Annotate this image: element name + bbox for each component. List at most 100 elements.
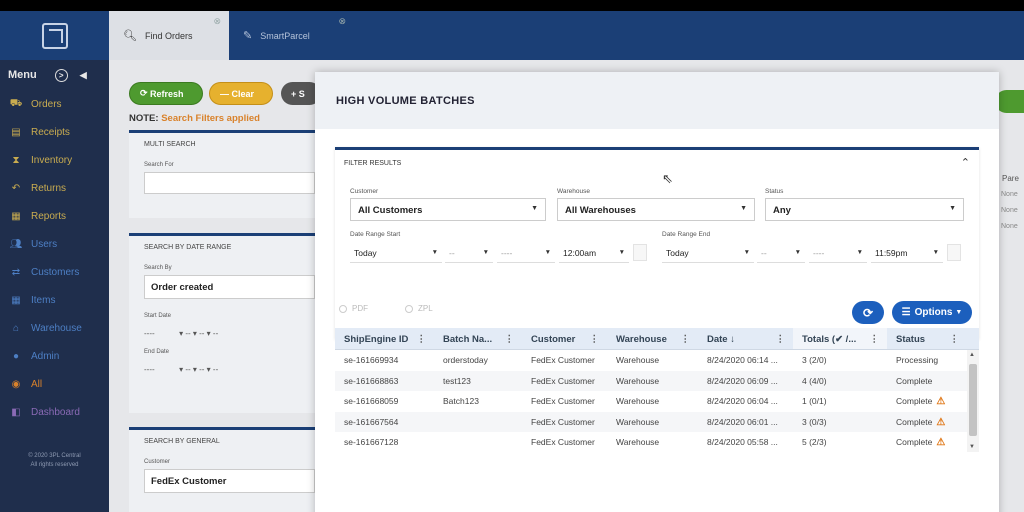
cell-status: Complete ⚠	[887, 412, 967, 433]
table-row[interactable]: se-161667564 FedEx Customer Warehouse 8/24/…	[335, 411, 979, 433]
column-menu-icon[interactable]: ⋮	[590, 334, 600, 345]
table-row[interactable]: se-161668863 test123 FedEx Customer Warehou…	[335, 370, 979, 392]
search-by-select[interactable]: Order created	[144, 275, 315, 299]
options-button[interactable]: ☰ Options ▼	[892, 301, 972, 324]
cell-text: Batch123	[443, 396, 479, 406]
customer-select[interactable]: FedEx Customer	[144, 469, 315, 493]
sidebar-item-admin[interactable]: ● Admin	[0, 342, 109, 370]
sidebar-item-receipts[interactable]: ▤ Receipts	[0, 118, 109, 146]
start-minute-select[interactable]: ---- ▼	[497, 243, 555, 263]
close-tab-icon[interactable]: ⊗	[338, 16, 346, 27]
select-value: 11:59pm	[875, 248, 908, 258]
sidebar-item-warehouse[interactable]: ⌂ Warehouse	[0, 314, 109, 342]
header-label: ShipEngine ID	[344, 334, 409, 345]
copyright-line: © 2020 3PL Central	[28, 453, 81, 459]
cell-text: FedEx Customer	[531, 355, 595, 365]
sidebar-item-dashboard[interactable]: ◧ Dashboard	[0, 398, 109, 426]
sidebar-item-orders[interactable]: ⛟ Orders	[0, 90, 109, 118]
end-hour-select[interactable]: -- ▼	[757, 243, 805, 263]
column-header-customer[interactable]: Customer ⋮	[522, 328, 607, 349]
cell-totals: 1 (0/1)	[793, 391, 887, 412]
column-menu-icon[interactable]: ⋮	[417, 334, 427, 345]
customer-select[interactable]: All Customers ▼	[350, 198, 546, 221]
warning-icon[interactable]: ⚠	[936, 396, 945, 407]
start-clear-button[interactable]	[633, 244, 647, 261]
end-date-picker[interactable]: ---- ▾ -- ▾ -- ▾ --	[144, 359, 315, 381]
scroll-thumb[interactable]	[969, 364, 977, 436]
zpl-radio[interactable]: ZPL	[405, 304, 433, 313]
end-time-select[interactable]: 11:59pm ▼	[871, 243, 943, 263]
select-value: All Warehouses	[565, 205, 636, 216]
table-scrollbar[interactable]: ▲ ▼	[967, 350, 979, 452]
cell-text: 4 (4/0)	[802, 375, 827, 386]
end-clear-button[interactable]	[947, 244, 961, 261]
warning-icon[interactable]: ⚠	[936, 437, 945, 448]
app-logo[interactable]	[0, 11, 109, 60]
collapse-arrow-icon[interactable]: ◀	[80, 70, 87, 81]
cell-text: Warehouse	[616, 437, 660, 447]
sidebar-item-all[interactable]: ◉ All	[0, 370, 109, 398]
close-tab-icon[interactable]: ⊗	[213, 16, 221, 27]
truck-icon: ⛟	[9, 97, 23, 109]
column-header-shipengine-id[interactable]: ShipEngine ID ⋮	[335, 328, 434, 349]
column-menu-icon[interactable]: ⋮	[505, 334, 515, 345]
sidebar-item-inventory[interactable]: ⧗ Inventory	[0, 146, 109, 174]
expand-circle-icon[interactable]: >	[54, 68, 68, 82]
collapse-caret-icon[interactable]: ⌃	[961, 156, 970, 169]
dropdown-arrow-icon: ▼	[431, 249, 438, 256]
cell-text: se-161668059	[344, 396, 399, 406]
cell-text: 1 (0/1)	[802, 396, 827, 406]
clear-button[interactable]: — Clear	[209, 82, 273, 105]
column-menu-icon[interactable]: ⋮	[870, 334, 880, 345]
hourglass-icon: ⧗	[12, 154, 20, 166]
green-action-button[interactable]	[995, 90, 1024, 113]
search-for-input[interactable]	[144, 172, 315, 194]
card-title: MULTI SEARCH	[144, 141, 196, 148]
cell-text: Warehouse	[616, 375, 660, 386]
tab-smartparcel[interactable]: ✎ SmartParcel ⊗	[229, 11, 354, 60]
cell-customer: FedEx Customer	[522, 371, 607, 392]
column-menu-icon[interactable]: ⋮	[681, 334, 691, 345]
table-row[interactable]: se-161668059 Batch123 FedEx Customer Wareho…	[335, 391, 979, 412]
column-header-totals[interactable]: Totals (✔ /... ⋮	[793, 328, 887, 349]
column-menu-icon[interactable]: ⋮	[950, 334, 960, 345]
select-value: Any	[773, 205, 791, 216]
column-menu-icon[interactable]: ⋮	[776, 334, 786, 345]
sidebar-item-items[interactable]: ▦ Items	[0, 286, 109, 314]
status-select[interactable]: Any ▼	[765, 198, 964, 221]
start-time-select[interactable]: 12:00am ▼	[559, 243, 629, 263]
sidebar-item-returns[interactable]: ↶ Returns	[0, 174, 109, 202]
dropdown-arrow-icon: ▼	[740, 205, 747, 212]
sidebar-item-users[interactable]: 👥︎ Users	[0, 230, 109, 258]
start-hour-select[interactable]: -- ▼	[445, 243, 493, 263]
table-row[interactable]: se-161669934 orderstoday FedEx Customer War…	[335, 350, 979, 371]
scroll-up-icon[interactable]: ▲	[969, 352, 975, 358]
end-minute-select[interactable]: ---- ▼	[809, 243, 867, 263]
modal-title: HIGH VOLUME BATCHES	[315, 72, 999, 129]
pdf-radio[interactable]: PDF	[339, 304, 368, 313]
start-day-select[interactable]: Today ▼	[350, 243, 442, 263]
table-body: se-161669934 orderstoday FedEx Customer War…	[335, 350, 979, 453]
end-day-select[interactable]: Today ▼	[662, 243, 754, 263]
scroll-down-icon[interactable]: ▼	[969, 444, 975, 450]
warning-icon[interactable]: ⚠	[936, 417, 945, 428]
sidebar-item-reports[interactable]: ▦ Reports	[0, 202, 109, 230]
header-label: Totals (	[802, 334, 836, 345]
cell-status: Processing	[887, 350, 967, 371]
column-header-status[interactable]: Status ⋮	[887, 328, 967, 349]
tab-find-orders[interactable]: 🔍︎ Find Orders ⊗	[109, 11, 229, 60]
warehouse-select[interactable]: All Warehouses ▼	[557, 198, 755, 221]
column-header-warehouse[interactable]: Warehouse ⋮	[607, 328, 698, 349]
refresh-batches-button[interactable]: ⟳	[852, 301, 884, 324]
cell-text: orderstoday	[443, 355, 488, 365]
column-header-batch-name[interactable]: Batch Na... ⋮	[434, 328, 522, 349]
refresh-button[interactable]: ⟳ Refresh	[129, 82, 203, 105]
select-value: ----	[813, 248, 825, 258]
tab-label: SmartParcel	[260, 30, 310, 41]
list-icon: ☰	[901, 307, 911, 318]
sidebar-item-customers[interactable]: ⇄ Customers	[0, 258, 109, 286]
start-date-picker[interactable]: ---- ▾ -- ▾ -- ▾ --	[144, 323, 315, 345]
column-header-date[interactable]: Date ↓ ⋮	[698, 328, 793, 349]
cell-warehouse: Warehouse	[607, 432, 698, 453]
table-row[interactable]: se-161667128 FedEx Customer Warehouse 8/24/…	[335, 432, 979, 453]
